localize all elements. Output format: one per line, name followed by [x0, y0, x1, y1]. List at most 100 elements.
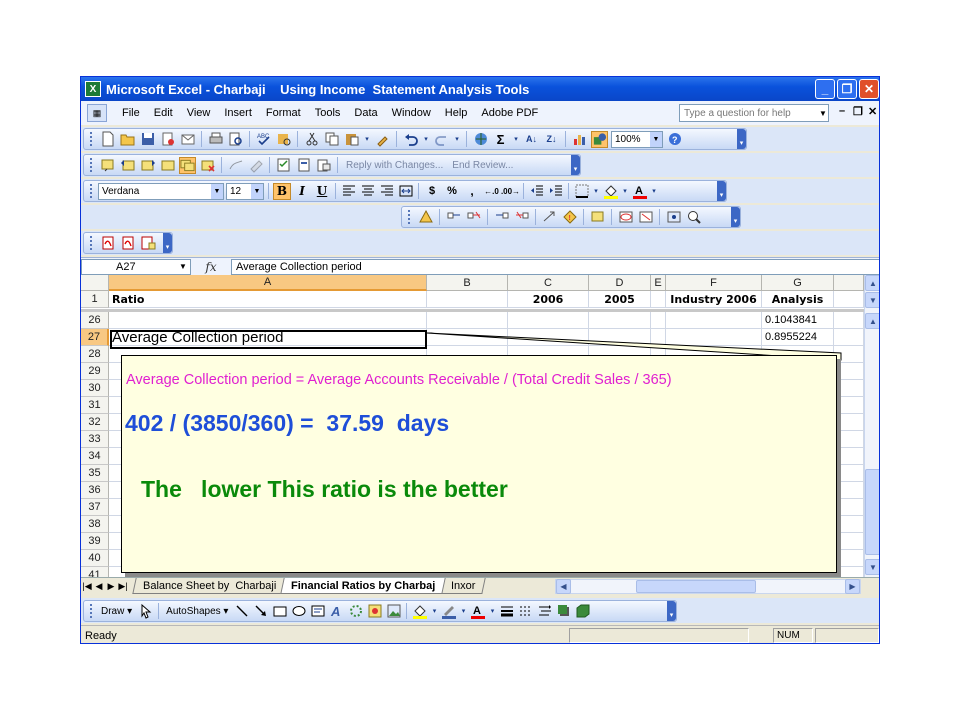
toolbar-options-icon[interactable]: ▾ [731, 207, 740, 227]
borders-dropdown-icon[interactable]: ▾ [592, 183, 600, 200]
horizontal-scrollbar[interactable]: ◀ ▶ [555, 579, 861, 594]
cell-c27[interactable] [508, 329, 589, 346]
cell-e27[interactable] [651, 329, 666, 346]
column-header-h[interactable] [834, 275, 864, 291]
bold-button[interactable]: B [273, 182, 291, 200]
decrease-decimal-icon[interactable]: .00→ [501, 183, 520, 200]
align-left-icon[interactable] [340, 183, 357, 200]
row-header-34[interactable]: 34 [81, 448, 109, 465]
vertical-scrollbar[interactable]: ▲ ▼ ▲ ▼ [864, 275, 879, 577]
cell-e26[interactable] [651, 312, 666, 329]
prev-sheet-icon[interactable]: ◀ [93, 581, 105, 592]
row-header-37[interactable]: 37 [81, 499, 109, 516]
autosum-icon[interactable]: Σ [492, 131, 509, 148]
scroll-up-icon[interactable]: ▲ [865, 313, 879, 329]
delete-comment-icon[interactable] [199, 157, 216, 174]
row-header-30[interactable]: 30 [81, 380, 109, 397]
cell-b1[interactable] [427, 291, 508, 308]
cell-h1[interactable] [834, 291, 864, 308]
trace-precedents-icon[interactable] [445, 209, 462, 226]
redo-dropdown-icon[interactable]: ▾ [453, 131, 461, 148]
convert-to-pdf-icon[interactable] [99, 235, 116, 252]
column-header-g[interactable]: G [762, 275, 834, 291]
row-header-31[interactable]: 31 [81, 397, 109, 414]
insert-function-icon[interactable]: fx [191, 260, 231, 274]
print-icon[interactable] [207, 131, 224, 148]
help-dropdown-icon[interactable]: ▼ [816, 104, 830, 122]
title-bar[interactable]: X Microsoft Excel - Charbaji Using Incom… [81, 77, 879, 101]
menu-help[interactable]: Help [438, 103, 475, 123]
undo-dropdown-icon[interactable]: ▾ [422, 131, 430, 148]
cell-h39[interactable] [834, 533, 864, 550]
evaluate-formula-icon[interactable] [685, 209, 702, 226]
new-icon[interactable] [99, 131, 116, 148]
cell-h27[interactable] [834, 329, 864, 346]
sort-descending-icon[interactable]: Z↓ [543, 131, 560, 148]
permission-icon[interactable] [159, 131, 176, 148]
text-box-icon[interactable] [309, 603, 326, 620]
cell-h29[interactable] [834, 363, 864, 380]
copy-icon[interactable] [323, 131, 340, 148]
font-size-dropdown-icon[interactable]: ▼ [251, 183, 263, 199]
toolbar-grip[interactable] [90, 132, 93, 146]
cell-h35[interactable] [834, 465, 864, 482]
sheet-tab-balance-sheet[interactable]: Balance Sheet by Charbaji [132, 578, 288, 594]
decrease-indent-icon[interactable] [528, 183, 545, 200]
cell-h33[interactable] [834, 431, 864, 448]
zoom-dropdown-icon[interactable]: ▼ [650, 131, 662, 147]
cell-h41[interactable] [834, 567, 864, 577]
menu-data[interactable]: Data [347, 103, 384, 123]
toolbar-grip[interactable] [90, 158, 93, 172]
fill-color-icon[interactable] [602, 183, 619, 200]
shadow-style-icon[interactable] [555, 603, 572, 620]
sheet-tab-inxor[interactable]: Inxor [439, 578, 486, 594]
cell-h26[interactable] [834, 312, 864, 329]
draw-menu-button[interactable]: Draw ▾ [98, 606, 135, 617]
annotation-callout[interactable]: Average Collection period = Average Acco… [121, 355, 837, 573]
convert-and-review-pdf-icon[interactable] [139, 235, 156, 252]
send-to-recipient-icon[interactable] [315, 157, 332, 174]
hyperlink-icon[interactable] [472, 131, 489, 148]
reply-with-changes-button[interactable]: Reply with Changes... [343, 160, 446, 171]
cell-h38[interactable] [834, 516, 864, 533]
formula-input[interactable]: Average Collection period [231, 258, 879, 275]
email-icon[interactable] [179, 131, 196, 148]
horizontal-scroll-thumb[interactable] [636, 580, 756, 593]
open-icon[interactable] [119, 131, 136, 148]
spelling-icon[interactable]: ABC [255, 131, 272, 148]
redo-icon[interactable] [433, 131, 450, 148]
create-task-icon[interactable] [275, 157, 292, 174]
help-icon[interactable]: ? [666, 131, 683, 148]
cell-h28[interactable] [834, 346, 864, 363]
research-icon[interactable] [275, 131, 292, 148]
align-right-icon[interactable] [378, 183, 395, 200]
fill-color-icon[interactable] [411, 603, 428, 620]
menu-window[interactable]: Window [385, 103, 438, 123]
scroll-down-icon[interactable]: ▼ [865, 292, 879, 308]
row-header-28[interactable]: 28 [81, 346, 109, 363]
scroll-down-icon[interactable]: ▼ [865, 559, 879, 575]
font-color-dropdown-icon[interactable]: ▾ [488, 603, 496, 620]
cell-a1[interactable]: Ratio [109, 291, 427, 308]
font-size-select[interactable]: 12 ▼ [226, 182, 264, 200]
toolbar-options-icon[interactable]: ▾ [163, 233, 172, 253]
increase-indent-icon[interactable] [547, 183, 564, 200]
autoshapes-menu-button[interactable]: AutoShapes ▾ [163, 606, 231, 617]
fill-color-dropdown-icon[interactable]: ▾ [430, 603, 438, 620]
row-header-33[interactable]: 33 [81, 431, 109, 448]
cell-a26[interactable] [109, 312, 427, 329]
merge-center-icon[interactable] [397, 183, 414, 200]
cell-b26[interactable] [427, 312, 508, 329]
line-color-icon[interactable] [440, 603, 457, 620]
font-color-icon[interactable]: A [469, 603, 486, 620]
font-name-select[interactable]: Verdana ▼ [98, 182, 224, 200]
scroll-left-icon[interactable]: ◀ [556, 579, 571, 594]
paste-icon[interactable] [343, 131, 360, 148]
scroll-right-icon[interactable]: ▶ [845, 579, 860, 594]
line-icon[interactable] [233, 603, 250, 620]
trace-error-icon[interactable]: ! [561, 209, 578, 226]
row-header-27[interactable]: 27 [81, 329, 109, 346]
help-search-input[interactable]: Type a question for help [679, 104, 829, 122]
show-all-comments-icon[interactable] [179, 156, 196, 174]
fill-color-dropdown-icon[interactable]: ▾ [621, 183, 629, 200]
